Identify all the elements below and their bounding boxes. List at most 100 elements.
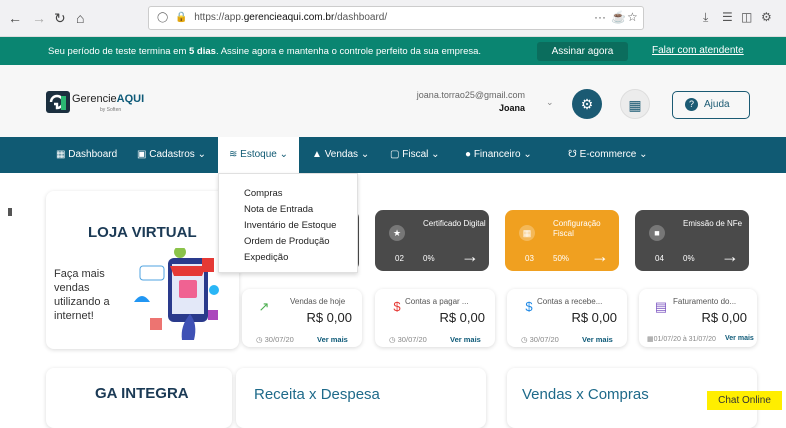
status-card-configuracao[interactable]: ▦ Configuração Fiscal 03 50% →	[505, 210, 619, 271]
money-icon: ●	[465, 149, 472, 160]
kpi-card-contas-receber[interactable]: $ Contas a recebe... R$ 0,00 ◷ 30/07/20 …	[507, 289, 627, 347]
status-card-percent: 50%	[553, 254, 570, 263]
status-card-percent: 0%	[683, 254, 695, 263]
chevron-down-icon: ⌄	[431, 149, 440, 160]
bookmark-star-icon[interactable]: ☆	[627, 10, 638, 24]
dropdown-item-expedicao[interactable]: Expedição	[244, 252, 357, 268]
chevron-down-icon: ⌄	[279, 149, 289, 160]
menu-fiscal[interactable]: ▢ Fiscal ⌄	[390, 137, 440, 173]
back-icon[interactable]: ←	[8, 10, 22, 26]
kpi-more-link[interactable]: Ver mais	[725, 335, 754, 342]
calendar-small-icon: ▦	[647, 336, 654, 343]
logo-text: GerencieAQUI	[72, 93, 145, 105]
document-icon: ■	[649, 225, 665, 241]
page-actions-icon[interactable]: ···	[594, 10, 606, 24]
dropdown-item-compras[interactable]: Compras	[244, 188, 357, 204]
lock-icon: 🔒	[174, 12, 188, 23]
status-card-title: Emissão de NFe	[683, 219, 743, 228]
status-card-count: 04	[655, 254, 664, 263]
logo-icon[interactable]	[46, 91, 70, 113]
kpi-label: Contas a recebe...	[537, 297, 603, 306]
chat-online-button[interactable]: Chat Online	[707, 391, 782, 410]
vendas-compras-title: Vendas x Compras	[522, 386, 649, 403]
status-card-title: Configuração Fiscal	[553, 219, 601, 238]
download-icon[interactable]: ⤓	[703, 10, 708, 25]
cart-icon: ☋	[568, 149, 577, 160]
loja-virtual-subtitle: Faça mais vendas utilizando a internet!	[54, 268, 110, 322]
url-domain: gerencieaqui.com.br	[243, 12, 335, 23]
user-menu-chevron-icon[interactable]: ⌄	[546, 97, 554, 108]
receita-despesa-title: Receita x Despesa	[254, 386, 380, 403]
online-shop-illustration-icon	[134, 248, 219, 340]
sidebar-icon[interactable]: ◫	[741, 10, 752, 24]
menu-ecommerce[interactable]: ☋ E-commerce ⌄	[568, 137, 648, 173]
forward-icon[interactable]: →	[32, 10, 46, 26]
status-card-emissao[interactable]: ■ Emissão de NFe 04 0% →	[635, 210, 749, 271]
calculator-icon: ▦	[519, 225, 535, 241]
status-card-percent: 0%	[423, 254, 435, 263]
kpi-label: Contas a pagar ...	[405, 297, 469, 306]
calendar-icon[interactable]: ▦	[620, 89, 650, 119]
arrow-right-icon: →	[461, 246, 479, 266]
talk-to-agent-link[interactable]: Falar com atendente	[652, 45, 744, 56]
subscribe-button[interactable]: Assinar agora	[537, 42, 628, 61]
growth-chart-icon: ↗	[258, 299, 270, 314]
menu-financeiro[interactable]: ● Financeiro ⌄	[465, 137, 532, 173]
kpi-card-vendas-hoje[interactable]: ↗ Vendas de hoje R$ 0,00 ◷ 30/07/20 Ver …	[242, 289, 362, 347]
clock-icon: ◷	[521, 335, 528, 344]
dropdown-item-inventario[interactable]: Inventário de Estoque	[244, 220, 357, 236]
id-card-icon: ▣	[137, 149, 147, 160]
address-bar[interactable]: ◯ 🔒 https://app.gerencieaqui.com.br/dash…	[148, 6, 644, 30]
main-menu: ▦ Dashboard ▣ Cadastros ⌄ ≋ Estoque ⌄ ▲ …	[0, 137, 786, 173]
user-email: joana.torrao25@gmail.com	[416, 90, 525, 100]
chevron-down-icon: ⌄	[197, 149, 206, 160]
url-prefix: https://app.	[194, 12, 244, 23]
status-card-title: Certificado Digital	[423, 219, 486, 228]
money-in-icon: $	[525, 299, 533, 314]
kpi-more-link[interactable]: Ver mais	[582, 335, 613, 344]
shield-icon: ◯	[157, 12, 169, 23]
pocket-icon[interactable]: ☕	[611, 10, 626, 24]
kpi-card-faturamento[interactable]: ▤ Faturamento do... R$ 0,00 ▦01/07/20 à …	[639, 289, 757, 347]
kpi-date: ◷ 30/07/20	[521, 335, 559, 344]
library-icon[interactable]: ☰	[722, 10, 733, 24]
dropdown-item-nota-entrada[interactable]: Nota de Entrada	[244, 204, 357, 220]
invoice-icon: ▤	[654, 299, 668, 314]
chevron-down-icon: ⌄	[360, 149, 370, 160]
reload-icon[interactable]: ↻	[54, 10, 66, 27]
kpi-date: ◷ 30/07/20	[389, 335, 427, 344]
estoque-dropdown: Compras Nota de Entrada Inventário de Es…	[218, 173, 358, 273]
kpi-more-link[interactable]: Ver mais	[450, 335, 481, 344]
user-name: Joana	[498, 103, 525, 113]
kpi-more-link[interactable]: Ver mais	[317, 335, 348, 344]
status-card-certificado[interactable]: ★ Certificado Digital 02 0% →	[375, 210, 489, 271]
help-button[interactable]: ? Ajuda	[672, 91, 750, 119]
kpi-value: R$ 0,00	[571, 310, 617, 325]
menu-dashboard[interactable]: ▦ Dashboard	[56, 137, 117, 173]
dropdown-item-ordem-producao[interactable]: Ordem de Produção	[244, 236, 357, 252]
app-header: GerencieAQUI by Soften joana.torrao25@gm…	[0, 65, 786, 137]
arrow-right-icon: →	[721, 246, 739, 266]
kpi-card-contas-pagar[interactable]: $ Contas a pagar ... R$ 0,00 ◷ 30/07/20 …	[375, 289, 495, 347]
trial-banner: Seu período de teste termina em 5 dias. …	[0, 37, 786, 65]
home-icon[interactable]: ⌂	[76, 10, 84, 26]
certificate-icon: ★	[389, 225, 405, 241]
loja-virtual-title: LOJA VIRTUAL	[88, 224, 197, 241]
kpi-date: ◷ 30/07/20	[256, 335, 294, 344]
ga-integra-title: GA INTEGRA	[95, 385, 189, 402]
kpi-label: Faturamento do...	[673, 297, 737, 306]
bag-icon: ▲	[312, 149, 322, 160]
browser-toolbar: ← → ↻ ⌂ ◯ 🔒 https://app.gerencieaqui.com…	[0, 0, 786, 37]
kpi-value: R$ 0,00	[439, 310, 485, 325]
menu-estoque[interactable]: ≋ Estoque ⌄	[218, 137, 299, 173]
kpi-date: ▦01/07/20 à 31/07/20	[647, 336, 716, 343]
menu-cadastros[interactable]: ▣ Cadastros ⌄	[137, 137, 206, 173]
settings-gear-icon[interactable]: ⚙	[572, 89, 602, 119]
chevron-down-icon: ⌄	[639, 149, 648, 160]
extension-icon[interactable]: ⚙	[761, 10, 772, 24]
help-icon: ?	[685, 98, 698, 111]
clock-icon: ◷	[256, 335, 263, 344]
money-out-icon: $	[393, 299, 401, 314]
menu-vendas[interactable]: ▲ Vendas ⌄	[312, 137, 369, 173]
document-icon: ▢	[390, 149, 400, 160]
